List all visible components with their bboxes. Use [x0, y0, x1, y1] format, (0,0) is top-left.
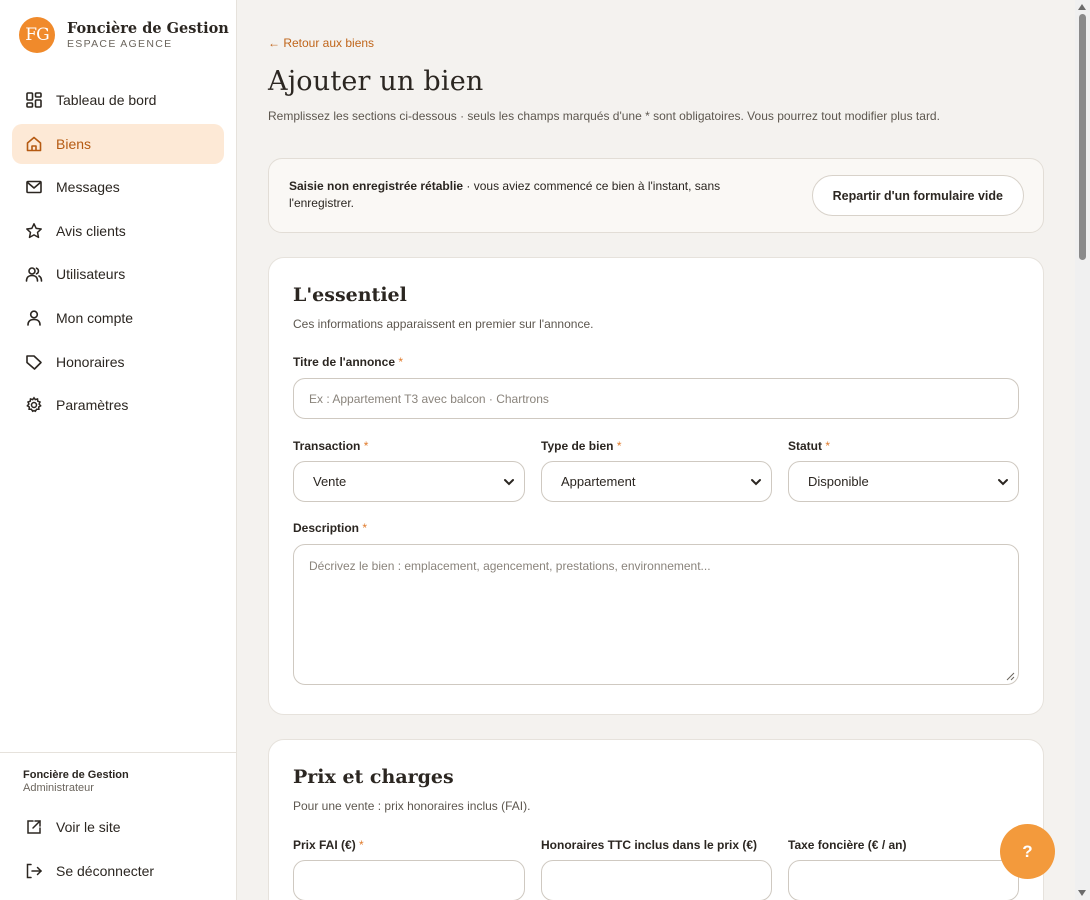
pricing-title: Prix et charges: [293, 766, 454, 788]
page-subtitle: Remplissez les sections ci-dessous · seu…: [268, 109, 940, 123]
user-icon: [25, 309, 43, 327]
sidebar-item-settings[interactable]: Paramètres: [12, 385, 224, 425]
sidebar: FG Foncière de Gestion ESPACE AGENCE Tab…: [0, 0, 237, 900]
view-site-link[interactable]: Voir le site: [0, 807, 237, 847]
help-button[interactable]: ?: [1000, 824, 1055, 879]
listing-title-input[interactable]: Ex : Appartement T3 avec balcon · Chartr…: [293, 378, 1019, 419]
sidebar-item-fees[interactable]: Honoraires: [12, 342, 224, 382]
essentials-card: L'essentiel Ces informations apparaissen…: [268, 257, 1044, 715]
brand-logo: FG: [19, 17, 55, 53]
sidebar-item-dashboard[interactable]: Tableau de bord: [12, 80, 224, 120]
external-link-icon: [25, 818, 43, 836]
transaction-select[interactable]: Vente: [293, 461, 525, 502]
resize-handle-icon[interactable]: [1005, 671, 1015, 681]
org-role: Administrateur: [23, 782, 94, 794]
sidebar-item-label: Messages: [56, 179, 120, 196]
price-input[interactable]: [293, 860, 525, 900]
users-icon: [25, 265, 43, 283]
sidebar-nav: Tableau de bord Biens Messages Avis clie…: [12, 80, 224, 429]
chevron-down-icon: [751, 479, 761, 486]
fees-input[interactable]: [541, 860, 772, 900]
star-icon: [25, 222, 43, 240]
fees-label: Honoraires TTC inclus dans le prix (€): [541, 838, 758, 852]
sidebar-item-label: Biens: [56, 135, 92, 152]
description-textarea[interactable]: Décrivez le bien : emplacement, agenceme…: [293, 544, 1019, 685]
logout-icon: [25, 862, 43, 880]
mail-icon: [25, 178, 43, 196]
org-name: Foncière de Gestion: [23, 769, 129, 781]
description-label: Description *: [293, 521, 368, 535]
logout-link[interactable]: Se déconnecter: [0, 851, 237, 891]
draft-restored-notice: Saisie non enregistrée rétablie · vous a…: [268, 158, 1044, 233]
view-site-label: Voir le site: [56, 819, 121, 835]
listing-title-placeholder: Ex : Appartement T3 avec balcon · Chartr…: [309, 391, 549, 406]
sidebar-item-label: Tableau de bord: [56, 92, 157, 108]
gear-icon: [25, 396, 43, 414]
transaction-label: Transaction *: [293, 439, 369, 453]
sidebar-item-reviews[interactable]: Avis clients: [12, 211, 224, 251]
sidebar-item-users[interactable]: Utilisateurs: [12, 254, 224, 294]
chevron-down-icon: [998, 479, 1008, 486]
transaction-value: Vente: [313, 474, 347, 489]
sidebar-item-label: Utilisateurs: [56, 266, 126, 283]
status-label: Statut *: [788, 439, 831, 453]
essentials-subtitle: Ces informations apparaissent en premier…: [293, 317, 594, 331]
tax-input[interactable]: [788, 860, 1019, 900]
notice-text: Saisie non enregistrée rétablie · vous a…: [289, 178, 769, 212]
listing-title-label: Titre de l'annonce *: [293, 355, 404, 369]
brand[interactable]: FG Foncière de Gestion ESPACE AGENCE: [19, 17, 229, 53]
sidebar-item-biens[interactable]: Biens: [12, 123, 224, 164]
back-link[interactable]: ← Retour aux biens: [268, 36, 374, 50]
brand-name: Foncière de Gestion: [67, 19, 229, 37]
sidebar-item-label: Paramètres: [56, 397, 129, 414]
page-title: Ajouter un bien: [268, 66, 484, 97]
scroll-down-icon[interactable]: [1078, 890, 1086, 896]
property-type-label: Type de bien *: [541, 439, 622, 453]
price-label: Prix FAI (€) *: [293, 838, 364, 852]
status-select[interactable]: Disponible: [788, 461, 1019, 502]
chevron-down-icon: [504, 479, 514, 486]
sidebar-item-messages[interactable]: Messages: [12, 167, 224, 207]
description-placeholder: Décrivez le bien : emplacement, agenceme…: [309, 559, 711, 573]
sidebar-item-label: Avis clients: [56, 222, 126, 239]
logout-label: Se déconnecter: [56, 863, 155, 879]
scrollbar-thumb[interactable]: [1079, 14, 1086, 260]
scroll-up-icon[interactable]: [1078, 4, 1086, 10]
dashboard-icon: [25, 91, 43, 109]
sidebar-item-label: Mon compte: [56, 309, 134, 326]
pricing-card: Prix et charges Pour une vente : prix ho…: [268, 739, 1044, 900]
notice-bold: Saisie non enregistrée rétablie: [289, 179, 464, 193]
sidebar-footer: Foncière de Gestion Administrateur Voir …: [0, 752, 237, 891]
tax-label: Taxe foncière (€ / an): [788, 838, 907, 852]
home-icon: [25, 135, 43, 153]
property-type-select[interactable]: Appartement: [541, 461, 772, 502]
brand-subtitle: ESPACE AGENCE: [67, 37, 173, 50]
sidebar-item-account[interactable]: Mon compte: [12, 298, 224, 338]
reset-form-button[interactable]: Repartir d'un formulaire vide: [811, 175, 1024, 216]
tag-icon: [25, 353, 43, 371]
essentials-title: L'essentiel: [293, 284, 407, 306]
status-value: Disponible: [808, 474, 869, 489]
pricing-subtitle: Pour une vente : prix honoraires inclus …: [293, 799, 531, 813]
property-type-value: Appartement: [561, 474, 636, 489]
page-scrollbar[interactable]: [1075, 0, 1090, 900]
sidebar-item-label: Honoraires: [56, 353, 125, 370]
